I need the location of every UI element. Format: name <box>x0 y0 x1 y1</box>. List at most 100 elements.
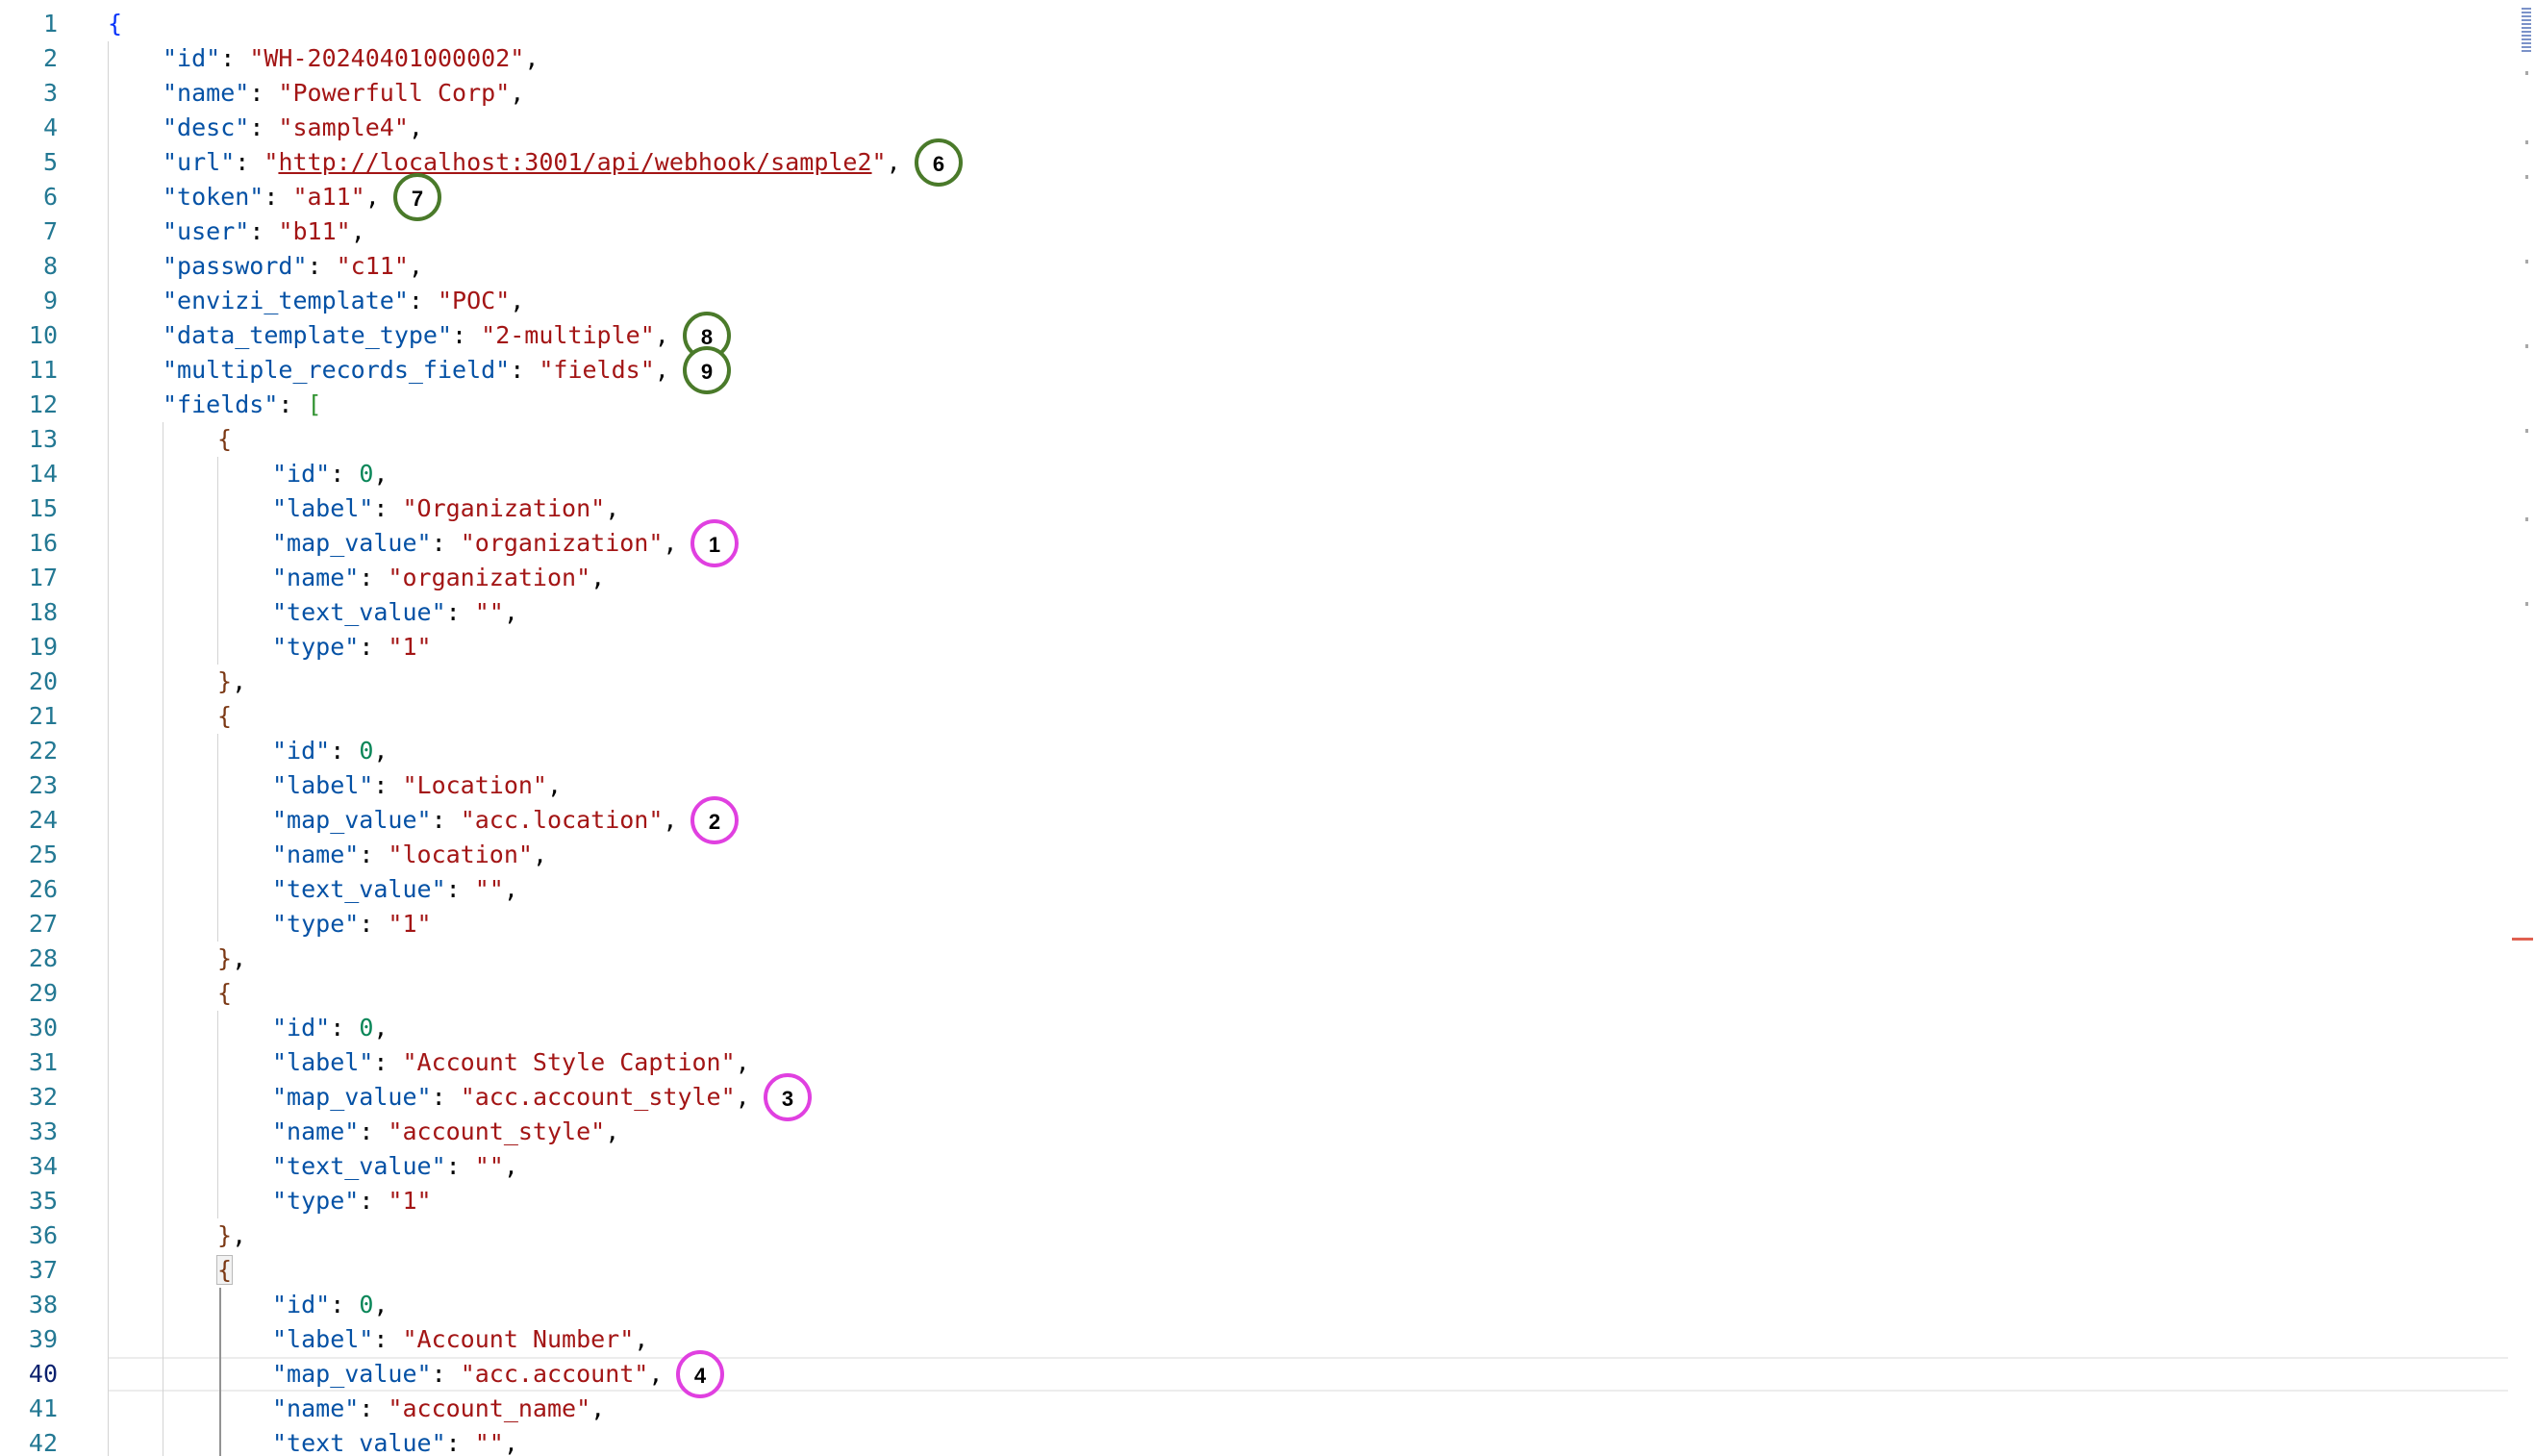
code-text: "id": 0, <box>272 1288 388 1322</box>
code-text: "text_value": "", <box>272 872 518 907</box>
code-line[interactable]: 11 "multiple_records_field": "fields", <box>0 353 2535 388</box>
code-token: : <box>359 1117 389 1145</box>
code-token: : <box>373 494 403 522</box>
code-token: "text_value" <box>272 875 446 903</box>
code-line[interactable]: 12 "fields": [ <box>0 388 2535 422</box>
code-line[interactable]: 3 "name": "Powerfull Corp", <box>0 76 2535 111</box>
code-line[interactable]: 42 "text_value": "", <box>0 1426 2535 1456</box>
code-line[interactable]: 21 { <box>0 699 2535 734</box>
line-number: 6 <box>42 183 58 211</box>
code-line[interactable]: 37 { <box>0 1253 2535 1288</box>
code-text: }, <box>217 665 246 699</box>
code-token: "name" <box>272 564 360 591</box>
code-token: "text_value" <box>272 1152 446 1180</box>
line-number: 30 <box>28 1014 58 1042</box>
code-text: "name": "organization", <box>272 561 605 595</box>
code-line[interactable]: 10 "data_template_type": "2-multiple", <box>0 318 2535 353</box>
code-token: : <box>220 44 250 72</box>
ruler-tick <box>2525 344 2528 348</box>
code-line[interactable]: 5 "url": "http://localhost:3001/api/webho… <box>0 145 2535 180</box>
code-text: "map_value": "acc.location", <box>272 803 677 838</box>
code-line[interactable]: 7 "user": "b11", <box>0 214 2535 249</box>
code-line[interactable]: 35 "type": "1" <box>0 1184 2535 1218</box>
code-token: { <box>215 1255 234 1285</box>
code-token: : <box>445 1152 475 1180</box>
code-text: "type": "1" <box>272 1184 432 1218</box>
code-line[interactable]: 16 "map_value": "organization", <box>0 526 2535 561</box>
code-line[interactable]: 23 "label": "Location", <box>0 768 2535 803</box>
code-line[interactable]: 19 "type": "1" <box>0 630 2535 665</box>
ruler-tick <box>2525 260 2528 264</box>
ruler-tick <box>2525 140 2528 144</box>
code-token: "text_value" <box>272 598 446 626</box>
line-number: 38 <box>28 1291 58 1318</box>
code-token: : <box>359 841 389 868</box>
code-token: : <box>330 737 360 765</box>
code-line[interactable]: 30 "id": 0, <box>0 1011 2535 1045</box>
code-token: "Account Style Caption" <box>402 1048 736 1076</box>
code-text: "label": "Location", <box>272 768 562 803</box>
code-token: "map_value" <box>272 529 432 557</box>
code-text: "envizi_template": "POC", <box>163 284 524 318</box>
line-number: 15 <box>28 494 58 522</box>
line-number: 25 <box>28 841 58 868</box>
code-token: : <box>431 529 461 557</box>
code-line[interactable]: 14 "id": 0, <box>0 457 2535 491</box>
code-line[interactable]: 25 "name": "location", <box>0 838 2535 872</box>
code-token: : <box>330 1014 360 1042</box>
code-line[interactable]: 40 "map_value": "acc.account", <box>0 1357 2535 1392</box>
ruler-tick <box>2525 71 2528 75</box>
line-number: 20 <box>28 667 58 695</box>
code-line[interactable]: 8 "password": "c11", <box>0 249 2535 284</box>
code-line[interactable]: 39 "label": "Account Number", <box>0 1322 2535 1357</box>
code-line[interactable]: 9 "envizi_template": "POC", <box>0 284 2535 318</box>
ruler-viewport-marker[interactable] <box>2522 8 2531 54</box>
code-line[interactable]: 34 "text_value": "", <box>0 1149 2535 1184</box>
code-line[interactable]: 2 "id": "WH-20240401000002", <box>0 41 2535 76</box>
code-line[interactable]: 24 "map_value": "acc.location", <box>0 803 2535 838</box>
code-text: { <box>217 976 232 1011</box>
code-token: [ <box>307 390 322 418</box>
code-token: : <box>510 356 540 384</box>
line-number: 32 <box>28 1083 58 1111</box>
code-token: , <box>654 356 669 384</box>
code-line[interactable]: 27 "type": "1" <box>0 907 2535 941</box>
code-token: , <box>532 841 547 868</box>
code-line[interactable]: 20}, <box>0 665 2535 699</box>
code-line[interactable]: 41 "name": "account_name", <box>0 1392 2535 1426</box>
url-link[interactable]: http://localhost:3001/api/webhook/sample… <box>278 148 871 176</box>
code-line[interactable]: 36}, <box>0 1218 2535 1253</box>
code-line[interactable]: 1{ <box>0 7 2535 41</box>
code-editor[interactable]: 1{2 "id": "WH-20240401000002", 3 "name": "P… <box>0 0 2535 1456</box>
code-line[interactable]: 28}, <box>0 941 2535 976</box>
code-line[interactable]: 32 "map_value": "acc.account_style", <box>0 1080 2535 1115</box>
code-line[interactable]: 29 { <box>0 976 2535 1011</box>
code-text: "password": "c11", <box>163 249 423 284</box>
code-token: "map_value" <box>272 1360 432 1388</box>
code-token: "map_value" <box>272 806 432 834</box>
code-token: "WH-20240401000002" <box>249 44 525 72</box>
code-line[interactable]: 4 "desc": "sample4", <box>0 111 2535 145</box>
code-token: , <box>605 1117 620 1145</box>
code-line[interactable]: 13 { <box>0 422 2535 457</box>
code-text: "name": "Powerfull Corp", <box>163 76 524 111</box>
code-token: , <box>590 1394 606 1422</box>
code-line[interactable]: 15 "label": "Organization", <box>0 491 2535 526</box>
overview-ruler[interactable] <box>2506 0 2535 1456</box>
code-token: "acc.location" <box>460 806 664 834</box>
code-line[interactable]: 6 "token": "a11", <box>0 180 2535 214</box>
code-line[interactable]: 38 "id": 0, <box>0 1288 2535 1322</box>
code-line[interactable]: 33 "name": "account_style", <box>0 1115 2535 1149</box>
code-text: "text_value": "", <box>272 595 518 630</box>
code-text: "token": "a11", <box>163 180 380 214</box>
code-token: , <box>510 79 525 107</box>
code-text: "url": "http://localhost:3001/api/webhoo… <box>163 145 901 180</box>
code-line[interactable]: 17 "name": "organization", <box>0 561 2535 595</box>
code-line[interactable]: 26 "text_value": "", <box>0 872 2535 907</box>
line-number: 3 <box>42 79 58 107</box>
code-line[interactable]: 18 "text_value": "", <box>0 595 2535 630</box>
code-line[interactable]: 31 "label": "Account Style Caption", <box>0 1045 2535 1080</box>
code-line[interactable]: 22 "id": 0, <box>0 734 2535 768</box>
code-token: : <box>373 1325 403 1353</box>
code-token: , <box>408 113 423 141</box>
